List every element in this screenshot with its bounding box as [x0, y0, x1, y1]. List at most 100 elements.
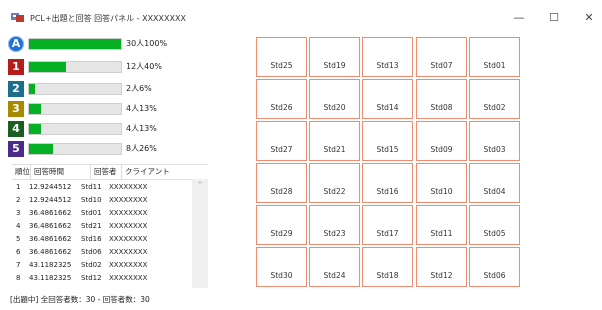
time-cell: 12.9244512 — [29, 183, 72, 191]
student-cell[interactable]: Std26 — [256, 79, 307, 119]
student-label: Std27 — [270, 145, 293, 154]
column-header-client[interactable]: クライアント — [122, 165, 192, 179]
student-cell[interactable]: Std19 — [309, 37, 360, 77]
title-bar: PCL+出題と回答 回答パネル - XXXXXXXX — ☐ ✕ — [0, 0, 602, 36]
option-a-bar — [28, 38, 122, 50]
column-header-rank[interactable]: 順位 — [12, 165, 31, 179]
option-row-5: 5 8人26% — [4, 141, 204, 159]
option-2-bar-fill — [29, 84, 35, 94]
student-cell[interactable]: Std16 — [362, 163, 413, 203]
student-label: Std20 — [323, 103, 346, 112]
student-label: Std17 — [376, 229, 399, 238]
table-row[interactable]: 6 36.4861662 Std06 XXXXXXXX — [12, 246, 192, 259]
student-cell[interactable]: Std27 — [256, 121, 307, 161]
student-cell[interactable]: Std14 — [362, 79, 413, 119]
app-icon — [11, 13, 24, 22]
option-3-bar — [28, 103, 122, 115]
student-label: Std05 — [483, 229, 506, 238]
student-cell[interactable]: Std02 — [469, 79, 520, 119]
time-cell: 36.4861662 — [29, 235, 72, 243]
respondent-cell: Std21 — [81, 222, 102, 230]
option-3-bar-fill — [29, 104, 41, 114]
column-header-respondent[interactable]: 回答者 — [91, 165, 122, 179]
option-3-count: 4人13% — [126, 104, 157, 113]
rank-cell: 1 — [16, 183, 21, 191]
student-label: Std25 — [270, 61, 293, 70]
student-cell[interactable]: Std11 — [416, 205, 467, 245]
column-header-time[interactable]: 回答時間 — [31, 165, 91, 179]
student-cell[interactable]: Std29 — [256, 205, 307, 245]
student-cell[interactable]: Std21 — [309, 121, 360, 161]
student-label: Std08 — [430, 103, 453, 112]
student-cell[interactable]: Std15 — [362, 121, 413, 161]
student-label: Std28 — [270, 187, 293, 196]
student-label: Std09 — [430, 145, 453, 154]
student-label: Std11 — [430, 229, 453, 238]
scroll-up-arrow-icon[interactable]: ^ — [192, 179, 208, 191]
option-5-bar-fill — [29, 144, 53, 154]
table-row[interactable]: 2 12.9244512 Std10 XXXXXXXX — [12, 194, 192, 207]
option-3-label: 3 — [8, 101, 24, 117]
respondent-cell: Std16 — [81, 235, 102, 243]
client-cell: XXXXXXXX — [109, 235, 148, 243]
student-label: Std22 — [323, 187, 346, 196]
option-1-label: 1 — [8, 59, 24, 75]
option-2-bar — [28, 83, 122, 95]
student-cell[interactable]: Std30 — [256, 247, 307, 287]
student-label: Std26 — [270, 103, 293, 112]
option-a-bar-fill — [29, 39, 121, 49]
student-cell[interactable]: Std03 — [469, 121, 520, 161]
student-label: Std06 — [483, 271, 506, 280]
student-cell[interactable]: Std08 — [416, 79, 467, 119]
table-row[interactable]: 1 12.9244512 Std11 XXXXXXXX — [12, 181, 192, 194]
student-cell[interactable]: Std01 — [469, 37, 520, 77]
student-cell[interactable]: Std04 — [469, 163, 520, 203]
client-cell: XXXXXXXX — [109, 248, 148, 256]
student-cell[interactable]: Std07 — [416, 37, 467, 77]
student-cell[interactable]: Std18 — [362, 247, 413, 287]
student-label: Std30 — [270, 271, 293, 280]
student-label: Std23 — [323, 229, 346, 238]
student-label: Std16 — [376, 187, 399, 196]
student-cell[interactable]: Std05 — [469, 205, 520, 245]
client-cell: XXXXXXXX — [109, 222, 148, 230]
table-row[interactable]: 3 36.4861662 Std01 XXXXXXXX — [12, 207, 192, 220]
window-title: PCL+出題と回答 回答パネル - XXXXXXXX — [30, 14, 186, 23]
student-cell[interactable]: Std10 — [416, 163, 467, 203]
table-scrollbar[interactable]: ^ — [192, 179, 208, 288]
respondent-cell: Std06 — [81, 248, 102, 256]
student-cell[interactable]: Std06 — [469, 247, 520, 287]
rank-cell: 8 — [16, 274, 21, 282]
table-row[interactable]: 4 36.4861662 Std21 XXXXXXXX — [12, 220, 192, 233]
student-cell[interactable]: Std20 — [309, 79, 360, 119]
table-row[interactable]: 8 43.1182325 Std12 XXXXXXXX — [12, 272, 192, 285]
maximize-button[interactable]: ☐ — [543, 10, 565, 26]
minimize-button[interactable]: — — [508, 10, 530, 26]
student-label: Std04 — [483, 187, 506, 196]
respondent-cell: Std10 — [81, 196, 102, 204]
student-label: Std10 — [430, 187, 453, 196]
student-cell[interactable]: Std09 — [416, 121, 467, 161]
option-row-4: 4 4人13% — [4, 121, 204, 139]
student-cell[interactable]: Std28 — [256, 163, 307, 203]
student-cell[interactable]: Std22 — [309, 163, 360, 203]
option-4-count: 4人13% — [126, 124, 157, 133]
student-cell[interactable]: Std13 — [362, 37, 413, 77]
table-row[interactable]: 7 43.1182325 Std02 XXXXXXXX — [12, 259, 192, 272]
table-row[interactable]: 5 36.4861662 Std16 XXXXXXXX — [12, 233, 192, 246]
time-cell: 36.4861662 — [29, 222, 72, 230]
student-cell[interactable]: Std23 — [309, 205, 360, 245]
option-row-a: A 30人100% — [4, 36, 204, 54]
close-button[interactable]: ✕ — [578, 10, 600, 26]
student-cell[interactable]: Std25 — [256, 37, 307, 77]
student-label: Std02 — [483, 103, 506, 112]
option-1-bar — [28, 61, 122, 73]
rank-cell: 7 — [16, 261, 21, 269]
option-4-label: 4 — [8, 121, 24, 137]
option-5-bar — [28, 143, 122, 155]
student-cell[interactable]: Std17 — [362, 205, 413, 245]
student-cell[interactable]: Std24 — [309, 247, 360, 287]
option-a-label: A — [8, 36, 24, 52]
rank-cell: 3 — [16, 209, 21, 217]
student-cell[interactable]: Std12 — [416, 247, 467, 287]
